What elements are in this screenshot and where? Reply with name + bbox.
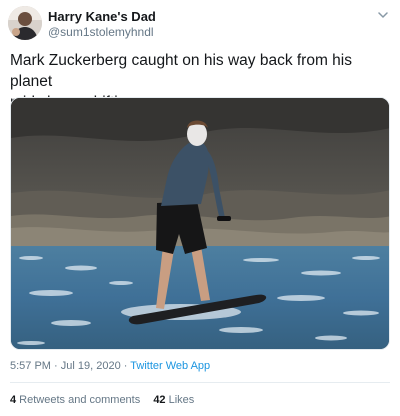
- user-avatar-icon: [8, 6, 42, 40]
- tweet-source-link[interactable]: Twitter Web App: [130, 360, 210, 372]
- tweet-text-line: Mark Zuckerberg caught on his way back f…: [10, 52, 352, 90]
- user-handle[interactable]: @sum1stolemyhndl: [48, 25, 154, 39]
- tweet-stats: 4 Retweets and comments 42 Likes: [10, 394, 194, 410]
- display-name[interactable]: Harry Kane's Dad: [48, 9, 156, 24]
- chevron-down-icon[interactable]: [376, 8, 390, 22]
- meta-separator: ·: [50, 360, 61, 372]
- likes-label: Likes: [165, 394, 195, 406]
- likes-stat[interactable]: 42 Likes: [153, 394, 194, 406]
- tweet-card: Harry Kane's Dad @sum1stolemyhndl Mark Z…: [0, 0, 400, 416]
- photo-surfer-image: [11, 98, 389, 349]
- tweet-photo[interactable]: [10, 97, 390, 350]
- divider: [10, 382, 390, 383]
- avatar[interactable]: [8, 6, 42, 40]
- meta-separator: ·: [120, 360, 131, 372]
- tweet-meta: 5:57 PM · Jul 19, 2020 · Twitter Web App: [10, 360, 210, 376]
- retweets-stat[interactable]: 4 Retweets and comments: [10, 394, 140, 406]
- likes-count: 42: [153, 394, 166, 406]
- tweet-header: Harry Kane's Dad @sum1stolemyhndl: [8, 4, 392, 44]
- tweet-time[interactable]: 5:57 PM: [10, 360, 51, 372]
- retweets-label: Retweets and comments: [16, 394, 141, 406]
- tweet-date[interactable]: Jul 19, 2020: [61, 360, 121, 372]
